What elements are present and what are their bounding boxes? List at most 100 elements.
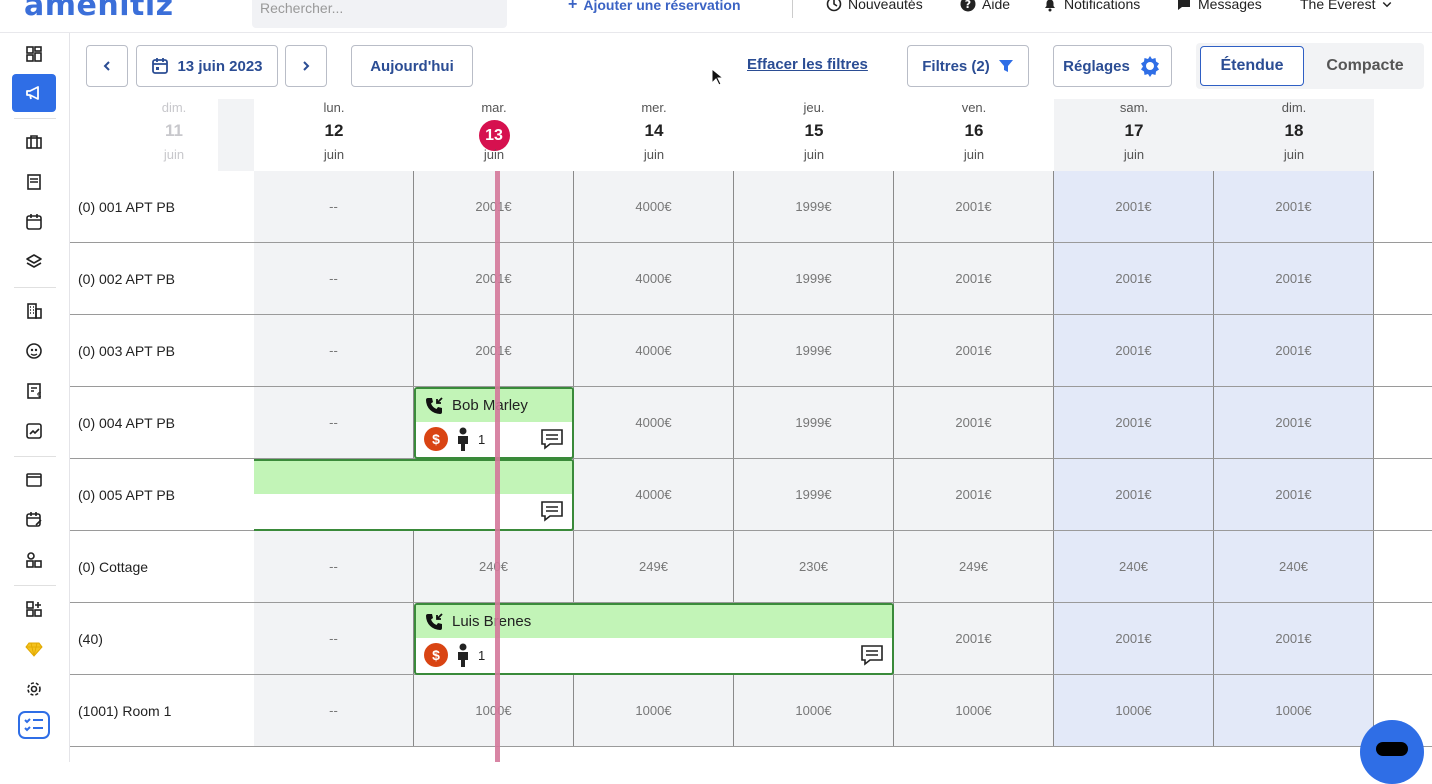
sidebar-item-billing[interactable]: € (12, 372, 56, 410)
price-cell[interactable]: 1999€ (734, 171, 894, 242)
help-button[interactable]: ? Aide (960, 0, 1010, 12)
sidebar-item-booking-engine[interactable] (12, 501, 56, 539)
amenitiz-logo[interactable]: amenitiz (24, 0, 174, 23)
sidebar-item-property[interactable] (12, 292, 56, 330)
sidebar-item-apps[interactable] (12, 590, 56, 628)
price-cell[interactable]: 249€ (574, 531, 734, 602)
price-cell[interactable]: 2001€ (894, 459, 1054, 530)
room-name[interactable]: (1001) Room 1 (70, 675, 254, 746)
price-cell[interactable]: 2001€ (1054, 171, 1214, 242)
sidebar-item-calendar[interactable] (12, 203, 56, 241)
price-cell[interactable]: 230€ (734, 531, 894, 602)
price-cell[interactable]: 4000€ (574, 243, 734, 314)
price-cell[interactable]: 1999€ (734, 315, 894, 386)
sidebar-item-guests[interactable] (12, 332, 56, 370)
comment-icon[interactable] (860, 644, 884, 666)
sidebar-item-marketing[interactable] (12, 74, 56, 112)
room-name[interactable]: (0) Cottage (70, 531, 254, 602)
price-cell[interactable]: 4000€ (574, 315, 734, 386)
price-cell[interactable]: 2001€ (894, 171, 1054, 242)
property-selector[interactable]: The Everest (1300, 0, 1393, 12)
news-button[interactable]: Nouveautés (826, 0, 923, 12)
room-name[interactable]: (0) 005 APT PB (70, 459, 254, 530)
price-cell[interactable]: 1000€ (894, 675, 1054, 746)
sidebar-item-website[interactable] (12, 461, 56, 499)
price-cell[interactable]: 2001€ (894, 387, 1054, 458)
price-cell[interactable]: -- (254, 531, 414, 602)
price-cell[interactable]: 1000€ (414, 675, 574, 746)
price-cell[interactable]: -- (254, 243, 414, 314)
next-date-button[interactable] (285, 45, 327, 87)
price-cell[interactable]: 1999€ (734, 459, 894, 530)
price-cell[interactable]: 1000€ (734, 675, 894, 746)
price-cell[interactable]: 1999€ (734, 387, 894, 458)
price-cell[interactable]: 2001€ (1054, 387, 1214, 458)
price-cell[interactable]: -- (254, 387, 414, 458)
price-cell[interactable]: 1000€ (1054, 675, 1214, 746)
price-cell[interactable]: 2001€ (1054, 459, 1214, 530)
clear-filters-link[interactable]: Effacer les filtres (747, 56, 868, 73)
sidebar-item-tasks[interactable] (12, 707, 56, 745)
add-reservation-button[interactable]: + Ajouter une réservation (568, 0, 741, 14)
today-button[interactable]: Aujourd'hui (351, 45, 473, 87)
price-cell[interactable]: -- (254, 315, 414, 386)
price-cell[interactable]: 240€ (1214, 531, 1374, 602)
price-cell[interactable]: 2001€ (894, 315, 1054, 386)
settings-button[interactable]: Réglages (1053, 45, 1172, 87)
price-cell[interactable]: 249€ (894, 531, 1054, 602)
booking-card[interactable] (254, 459, 574, 531)
sidebar-item-settings[interactable] (12, 670, 56, 708)
room-name[interactable]: (0) 002 APT PB (70, 243, 254, 314)
sidebar-item-channels[interactable] (12, 243, 56, 281)
price-cell[interactable]: 2001€ (1054, 603, 1214, 674)
comment-icon[interactable] (540, 428, 564, 450)
price-cell[interactable]: 2001€ (1214, 243, 1374, 314)
price-cell[interactable]: 2001€ (1214, 603, 1374, 674)
price-cell[interactable]: 2001€ (894, 603, 1054, 674)
phone-incoming-icon (426, 396, 443, 414)
sidebar-item-reservations[interactable] (12, 123, 56, 161)
price-cell[interactable]: 1999€ (734, 243, 894, 314)
sidebar-item-invoices[interactable] (12, 163, 56, 201)
messages-button[interactable]: Messages (1176, 0, 1262, 12)
price-cell[interactable]: 1000€ (1214, 675, 1374, 746)
support-chat-button[interactable] (1360, 720, 1424, 784)
sidebar-item-dashboard[interactable] (12, 35, 56, 73)
price-cell[interactable]: -- (254, 603, 414, 674)
sidebar-item-reports[interactable] (12, 412, 56, 450)
price-cell[interactable]: 2001€ (1054, 315, 1214, 386)
price-cell[interactable]: 2001€ (1214, 387, 1374, 458)
sidebar-item-extras[interactable] (12, 541, 56, 579)
price-cell[interactable]: 1000€ (574, 675, 734, 746)
booking-card[interactable]: Bob Marley $ 1 (414, 387, 574, 459)
price-cell[interactable]: 2001€ (1054, 243, 1214, 314)
room-name[interactable]: (0) 004 APT PB (70, 387, 254, 458)
price-cell[interactable]: 2001€ (1214, 315, 1374, 386)
room-name[interactable]: (0) 001 APT PB (70, 171, 254, 242)
price-cell[interactable]: 2001€ (414, 243, 574, 314)
price-cell[interactable]: 4000€ (574, 459, 734, 530)
room-name[interactable]: (0) 003 APT PB (70, 315, 254, 386)
filters-button[interactable]: Filtres (2) (907, 45, 1029, 87)
price-cell[interactable]: 2001€ (414, 171, 574, 242)
room-name[interactable]: (40) (70, 603, 254, 674)
search-input[interactable]: Rechercher... (252, 0, 507, 28)
price-cell[interactable]: 240€ (1054, 531, 1214, 602)
price-cell[interactable]: 2001€ (414, 315, 574, 386)
price-cell[interactable]: -- (254, 675, 414, 746)
sidebar-item-premium[interactable] (12, 630, 56, 668)
price-cell[interactable]: 2001€ (894, 243, 1054, 314)
comment-icon[interactable] (540, 500, 564, 522)
date-picker-button[interactable]: 13 juin 2023 (136, 45, 278, 87)
price-cell[interactable]: 4000€ (574, 387, 734, 458)
price-cell[interactable]: 2001€ (1214, 459, 1374, 530)
view-extended-button[interactable]: Étendue (1200, 46, 1304, 86)
notifications-button[interactable]: Notifications (1042, 0, 1140, 12)
view-compact-button[interactable]: Compacte (1308, 46, 1422, 86)
price-cell[interactable]: -- (254, 171, 414, 242)
price-cell[interactable]: 4000€ (574, 171, 734, 242)
booking-card[interactable]: Luis Brenes $ 1 (414, 603, 894, 675)
price-cell[interactable]: 240€ (414, 531, 574, 602)
prev-date-button[interactable] (86, 45, 128, 87)
price-cell[interactable]: 2001€ (1214, 171, 1374, 242)
